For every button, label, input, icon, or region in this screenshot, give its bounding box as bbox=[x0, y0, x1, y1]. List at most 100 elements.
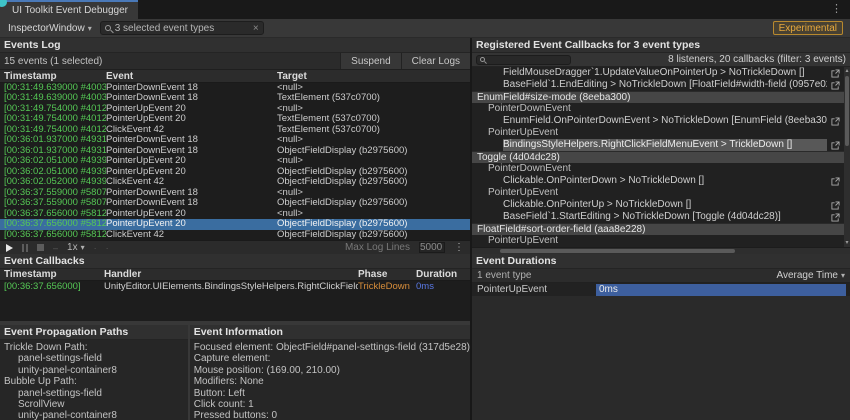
scrollbar-thumb[interactable] bbox=[845, 76, 849, 146]
playback-speed-dropdown[interactable]: 1x ▾ bbox=[67, 242, 85, 253]
event-name: ClickEvent 42 bbox=[106, 230, 277, 240]
scrollbar-thumb[interactable] bbox=[500, 249, 735, 253]
registered-callback-row[interactable]: PointerUpEvent bbox=[472, 127, 850, 139]
registered-callback-label: PointerUpEvent bbox=[488, 235, 840, 247]
event-log-row[interactable]: [00:36:37.656000 #581251] ClickEvent 42 … bbox=[0, 230, 470, 240]
open-source-icon[interactable] bbox=[831, 213, 840, 222]
event-type-filter-value: 3 selected event types bbox=[115, 23, 249, 34]
registered-callback-label: PointerUpEvent bbox=[488, 187, 840, 199]
column-target[interactable]: Target bbox=[277, 71, 470, 82]
open-source-icon[interactable] bbox=[831, 177, 840, 186]
registered-callback-row[interactable]: PointerDownEvent bbox=[472, 103, 850, 115]
horizontal-scrollbar[interactable] bbox=[472, 247, 850, 254]
propagation-path-item: unity-panel-container8 bbox=[4, 365, 188, 376]
callback-timestamp: [00:36:37.656000] bbox=[0, 281, 104, 293]
event-log-row[interactable]: [00:36:01.937000 #493178] PointerDownEve… bbox=[0, 146, 470, 156]
registered-callback-row[interactable]: PointerUpEvent bbox=[472, 235, 850, 247]
event-timestamp: [00:36:02.051000 #493990] bbox=[0, 167, 106, 177]
event-timestamp: [00:36:37.559000 #580707] bbox=[0, 198, 106, 208]
scroll-up-icon[interactable]: ▴ bbox=[844, 68, 850, 74]
registered-callback-label: Toggle (4d04dc28) bbox=[477, 152, 840, 164]
events-log-list: [00:31:49.639000 #400354] PointerDownEve… bbox=[0, 83, 470, 240]
event-information-line: Capture element: bbox=[194, 353, 470, 364]
column-timestamp[interactable]: Timestamp bbox=[0, 269, 104, 280]
registered-callback-row[interactable]: FloatField#sort-order-field (aaa8e228) bbox=[472, 223, 850, 235]
playback-progress-dot: · bbox=[94, 243, 97, 253]
event-target: ObjectFieldDisplay (b2975600) bbox=[277, 167, 470, 177]
event-type-filter-input[interactable]: 3 selected event types × bbox=[100, 21, 264, 35]
event-log-row[interactable]: [00:36:02.052000 #493992] ClickEvent 42 … bbox=[0, 177, 470, 187]
scroll-down-icon[interactable]: ▾ bbox=[844, 240, 850, 246]
event-log-row[interactable]: [00:36:37.559000 #580707] PointerDownEve… bbox=[0, 188, 470, 198]
suspend-button[interactable]: Suspend bbox=[340, 53, 400, 69]
registered-callback-row[interactable]: PointerUpEvent bbox=[472, 187, 850, 199]
event-durations-header: Event Durations bbox=[472, 254, 850, 269]
event-timestamp: [00:31:49.639000 #400354] bbox=[0, 93, 106, 103]
event-target: TextElement (537c0700) bbox=[277, 125, 470, 135]
column-duration[interactable]: Duration bbox=[416, 269, 470, 280]
clear-logs-button[interactable]: Clear Logs bbox=[401, 53, 470, 69]
column-timestamp[interactable]: Timestamp bbox=[0, 71, 106, 82]
event-log-row[interactable]: [00:36:37.656000 #581249] PointerUpEvent… bbox=[0, 219, 470, 229]
event-log-row[interactable]: [00:31:49.639000 #400354] PointerDownEve… bbox=[0, 83, 470, 93]
event-log-row[interactable]: [00:31:49.754000 #401236] PointerUpEvent… bbox=[0, 114, 470, 124]
callbacks-summary: 8 listeners, 20 callbacks (filter: 3 eve… bbox=[668, 54, 846, 65]
event-log-row[interactable]: [00:31:49.754000 #401236] PointerUpEvent… bbox=[0, 104, 470, 114]
event-log-row[interactable]: [00:36:37.559000 #580707] PointerDownEve… bbox=[0, 198, 470, 208]
registered-callback-row[interactable]: EnumField#size-mode (8eeba300) bbox=[472, 91, 850, 103]
open-source-icon[interactable] bbox=[831, 117, 840, 126]
stop-icon[interactable] bbox=[37, 244, 44, 251]
event-log-row[interactable]: [00:31:49.754000 #401238] ClickEvent 42 … bbox=[0, 125, 470, 135]
vertical-scrollbar[interactable]: ▴ ▾ bbox=[844, 67, 850, 247]
registered-callbacks-list: FieldMouseDragger`1.UpdateValueOnPointer… bbox=[472, 67, 850, 247]
event-log-row[interactable]: [00:31:49.639000 #400354] PointerDownEve… bbox=[0, 93, 470, 103]
event-log-row[interactable]: [00:36:37.656000 #581249] PointerUpEvent… bbox=[0, 209, 470, 219]
ui-toolkit-event-debugger-window: UI Toolkit Event Debugger ⋮ InspectorWin… bbox=[0, 0, 850, 420]
panel-picker-label: InspectorWindow bbox=[8, 23, 85, 34]
registered-callback-row[interactable]: FieldMouseDragger`1.UpdateValueOnPointer… bbox=[472, 67, 850, 79]
open-source-icon[interactable] bbox=[831, 81, 840, 90]
event-log-row[interactable]: [00:36:01.937000 #493178] PointerDownEve… bbox=[0, 135, 470, 145]
registered-callback-row[interactable]: PointerDownEvent bbox=[472, 163, 850, 175]
log-options-menu-icon[interactable]: ⋮ bbox=[454, 242, 464, 253]
event-name: PointerUpEvent 20 bbox=[106, 156, 277, 166]
duration-mode-dropdown[interactable]: Average Time ▾ bbox=[776, 270, 845, 281]
registered-callback-label: Clickable.OnPointerDown > NoTrickleDown … bbox=[503, 175, 827, 187]
column-phase[interactable]: Phase bbox=[358, 269, 416, 280]
event-timestamp: [00:36:37.656000 #581249] bbox=[0, 219, 106, 229]
max-log-lines-field[interactable]: 5000 bbox=[419, 242, 445, 253]
registered-callback-row[interactable]: EnumField.OnPointerDownEvent > NoTrickle… bbox=[472, 115, 850, 127]
speed-decrease-icon[interactable]: – bbox=[53, 243, 58, 253]
registered-callback-row[interactable]: BindingsStyleHelpers.RightClickFieldMenu… bbox=[472, 139, 850, 151]
panel-picker-dropdown[interactable]: InspectorWindow ▾ bbox=[4, 23, 96, 34]
open-source-icon[interactable] bbox=[831, 69, 840, 78]
playback-speed-value: 1x bbox=[67, 242, 78, 253]
registered-callback-row[interactable]: Toggle (4d04dc28) bbox=[472, 151, 850, 163]
event-target: ObjectFieldDisplay (b2975600) bbox=[277, 219, 470, 229]
column-handler[interactable]: Handler bbox=[104, 269, 358, 280]
registered-callback-row[interactable]: BaseField`1.EndEditing > NoTrickleDown [… bbox=[472, 79, 850, 91]
registered-callback-row[interactable]: BaseField`1.StartEditing > NoTrickleDown… bbox=[472, 211, 850, 223]
event-information-body: Focused element: ObjectField#panel-setti… bbox=[190, 340, 470, 420]
propagation-path-item: Bubble Up Path: bbox=[4, 376, 188, 387]
pause-icon[interactable] bbox=[22, 244, 28, 252]
callback-row[interactable]: [00:36:37.656000] UnityEditor.UIElements… bbox=[0, 281, 470, 293]
column-event[interactable]: Event bbox=[106, 71, 277, 82]
callback-search-input[interactable] bbox=[476, 55, 571, 65]
tab-ui-toolkit-event-debugger[interactable]: UI Toolkit Event Debugger bbox=[0, 0, 138, 19]
event-log-row[interactable]: [00:36:02.051000 #493990] PointerUpEvent… bbox=[0, 167, 470, 177]
event-log-row[interactable]: [00:36:02.051000 #493990] PointerUpEvent… bbox=[0, 156, 470, 166]
open-source-icon[interactable] bbox=[831, 141, 840, 150]
callback-duration: 0ms bbox=[416, 281, 470, 293]
playback-bar: – 1x ▾ · · Max Log Lines 5000 ⋮ bbox=[0, 240, 470, 254]
open-source-icon[interactable] bbox=[831, 201, 840, 210]
event-timestamp: [00:36:02.052000 #493992] bbox=[0, 177, 106, 187]
event-timestamp: [00:36:37.656000 #581251] bbox=[0, 230, 106, 240]
clear-search-icon[interactable]: × bbox=[253, 23, 259, 34]
window-menu-icon[interactable]: ⋮ bbox=[828, 1, 845, 17]
play-icon[interactable] bbox=[6, 244, 13, 252]
duration-bar: 0ms bbox=[596, 284, 846, 296]
registered-callback-row[interactable]: Clickable.OnPointerDown > NoTrickleDown … bbox=[472, 175, 850, 187]
registered-callback-row[interactable]: Clickable.OnPointerUp > NoTrickleDown [] bbox=[472, 199, 850, 211]
event-name: PointerDownEvent 18 bbox=[106, 146, 277, 156]
